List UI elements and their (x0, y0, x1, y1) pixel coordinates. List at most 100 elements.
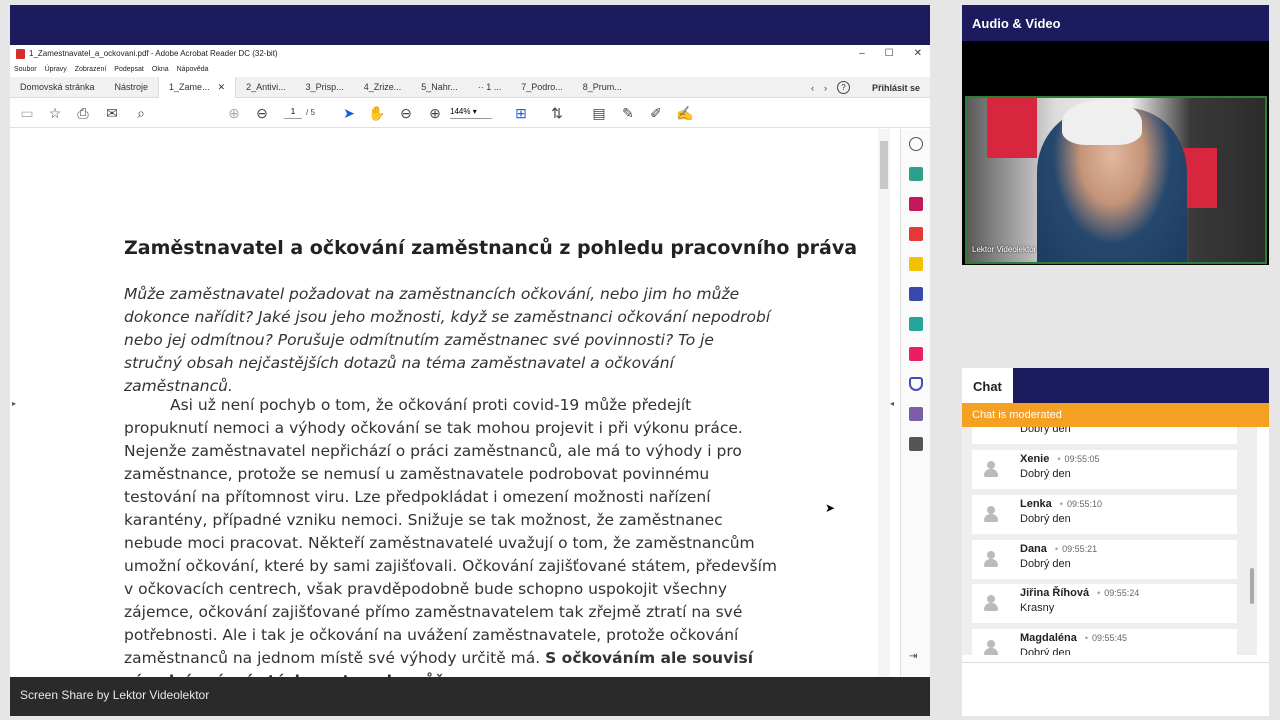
zoom-in-icon[interactable]: ⊕ (426, 104, 444, 122)
sign-icon[interactable]: ✍ (676, 104, 694, 122)
acrobat-window: 1_Zamestnavatel_a_ockovani.pdf - Adobe A… (10, 45, 930, 677)
chat-message-time: 09:55:24 (1097, 588, 1139, 598)
chat-message: Dobrý den (972, 427, 1237, 444)
vertical-scrollbar[interactable] (878, 129, 890, 677)
chat-panel: Chat Chat is moderated Dobrý den Xenie09… (962, 368, 1269, 716)
search-icon[interactable]: ⌕ (132, 104, 150, 122)
page-number-input[interactable]: 1 (284, 107, 302, 119)
save-icon[interactable]: ▭ (18, 104, 36, 122)
document-lead: Může zaměstnavatel požadovat na zaměstna… (124, 285, 771, 395)
menu-sign[interactable]: Podepsat (114, 66, 144, 73)
help-icon[interactable]: ? (836, 81, 850, 94)
draw-icon[interactable]: ✐ (647, 104, 665, 122)
chat-input[interactable] (962, 662, 1269, 716)
document-body-text: Asi už není pochyb o tom, že očkování pr… (124, 396, 777, 667)
close-window-button[interactable]: ✕ (914, 48, 922, 59)
maximize-button[interactable]: ☐ (885, 48, 894, 59)
zoom-icon[interactable] (909, 137, 923, 151)
toolbar: ▭ ☆ ⎙ ✉ ⌕ ⊕ ⊖ 1 / 5 ➤ ✋ ⊖ ⊕ 144% ▾ ⊞ ⇅ ▤… (10, 98, 930, 128)
user-avatar-icon (983, 505, 999, 523)
user-avatar-icon (983, 639, 999, 655)
tab-tools[interactable]: Nástroje (105, 77, 159, 98)
tools-rail: ⇥ (900, 129, 930, 677)
email-icon[interactable]: ✉ (103, 104, 121, 122)
comment-icon[interactable]: ▤ (590, 104, 608, 122)
chat-message-author: Jiřina Říhová09:55:24 (1020, 587, 1139, 599)
chat-message: Lenka09:55:10 Dobrý den (972, 495, 1237, 534)
webcam-video: Lektor Videolektor (965, 96, 1267, 264)
create-pdf-icon[interactable] (909, 227, 923, 241)
zoom-out-icon[interactable]: ⊖ (397, 104, 415, 122)
tab-close-icon[interactable]: ✕ (218, 82, 226, 92)
zoom-select[interactable]: 144% ▾ (450, 107, 492, 119)
chat-message-text: Dobrý den (1020, 647, 1071, 655)
page-up-icon[interactable]: ⊕ (225, 104, 243, 122)
hand-icon[interactable]: ✋ (368, 104, 386, 122)
organize-icon[interactable] (909, 197, 923, 211)
tab-scroll-right-icon[interactable]: › (824, 83, 827, 93)
page-down-icon[interactable]: ⊖ (253, 104, 271, 122)
request-signature-icon[interactable] (909, 407, 923, 421)
star-icon[interactable]: ☆ (46, 104, 64, 122)
chat-message-list[interactable]: Dobrý den Xenie09:55:05 Dobrý den Lenka0… (962, 427, 1257, 655)
chat-message-text: Dobrý den (1020, 513, 1071, 525)
tab-doc-1-label: 1_Zame... (169, 81, 210, 92)
left-panel-toggle-icon[interactable]: ▸ (12, 399, 16, 408)
menu-edit[interactable]: Úpravy (45, 66, 67, 73)
menu-file[interactable]: Soubor (14, 66, 37, 73)
menu-help[interactable]: Nápověda (177, 66, 209, 73)
export-pdf-icon[interactable] (909, 167, 923, 181)
audio-video-header: Audio & Video (962, 5, 1269, 41)
print-icon[interactable]: ⎙ (74, 104, 92, 122)
user-avatar-icon (983, 594, 999, 612)
tab-doc-8[interactable]: 8_Prum... (573, 77, 632, 98)
minimize-button[interactable]: – (859, 48, 865, 59)
select-arrow-icon[interactable]: ➤ (340, 104, 358, 122)
scrollbar-thumb[interactable] (880, 141, 888, 189)
tab-doc-1[interactable]: 1_Zame... ✕ (158, 76, 237, 98)
audio-video-panel: Audio & Video Lektor Videolektor (962, 5, 1269, 265)
combine-icon[interactable] (909, 287, 923, 301)
collapse-rail-icon[interactable]: ⇥ (909, 651, 923, 665)
chat-tab[interactable]: Chat (962, 368, 1013, 403)
chat-message-time: 09:55:10 (1060, 499, 1102, 509)
tab-doc-7[interactable]: 7_Podro... (511, 77, 573, 98)
right-panel-toggle-icon[interactable]: ◂ (890, 399, 894, 408)
fill-sign-icon[interactable] (909, 347, 923, 361)
tab-scroll-left-icon[interactable]: ‹ (811, 83, 814, 93)
protect-icon[interactable] (909, 377, 923, 391)
chat-scrollbar-thumb[interactable] (1250, 568, 1254, 604)
tab-doc-4[interactable]: 4_Zrize... (354, 77, 412, 98)
comment-icon[interactable] (909, 257, 923, 271)
chat-header: Chat (962, 368, 1269, 403)
highlight-icon[interactable]: ✎ (619, 104, 637, 122)
pdf-page: Zaměstnavatel a očkování zaměstnanců z p… (24, 129, 879, 677)
chat-message-time: 09:55:45 (1085, 633, 1127, 643)
zoom-value: 144% (450, 107, 471, 116)
user-avatar-icon (983, 460, 999, 478)
scroll-mode-icon[interactable]: ⇅ (548, 104, 566, 122)
chat-message-text: Krasny (1020, 602, 1055, 614)
chat-message: Xenie09:55:05 Dobrý den (972, 450, 1237, 489)
tab-bar: Domovská stránka Nástroje 1_Zame... ✕ 2_A… (10, 76, 930, 98)
chat-message-time: 09:55:21 (1055, 544, 1097, 554)
fit-page-icon[interactable]: ⊞ (512, 104, 530, 122)
pdf-file-icon (16, 48, 25, 59)
tab-doc-6[interactable]: ·· 1 ... (468, 77, 512, 98)
tab-doc-2[interactable]: 2_Antivi... (236, 77, 296, 98)
signin-button[interactable]: Přihlásit se (872, 83, 920, 93)
chat-message: Jiřina Říhová09:55:24 Krasny (972, 584, 1237, 623)
menu-view[interactable]: Zobrazení (75, 66, 107, 73)
chat-message-author: Dana09:55:21 (1020, 543, 1097, 555)
window-title: 1_Zamestnavatel_a_ockovani.pdf - Adobe A… (29, 49, 278, 58)
tab-doc-3[interactable]: 3_Prisp... (296, 77, 354, 98)
screen-share-footer: Screen Share by Lektor Videolektor (10, 677, 930, 716)
tab-home[interactable]: Domovská stránka (10, 77, 105, 98)
menu-window[interactable]: Okna (152, 66, 169, 73)
mouse-cursor-icon: ➤ (825, 501, 836, 515)
document-area: ▸ Zaměstnavatel a očkování zaměstnanců z… (10, 129, 900, 677)
chat-message-text: Dobrý den (1020, 427, 1071, 435)
tab-doc-5[interactable]: 5_Nahr... (411, 77, 468, 98)
scan-icon[interactable] (909, 317, 923, 331)
more-tools-icon[interactable] (909, 437, 923, 451)
